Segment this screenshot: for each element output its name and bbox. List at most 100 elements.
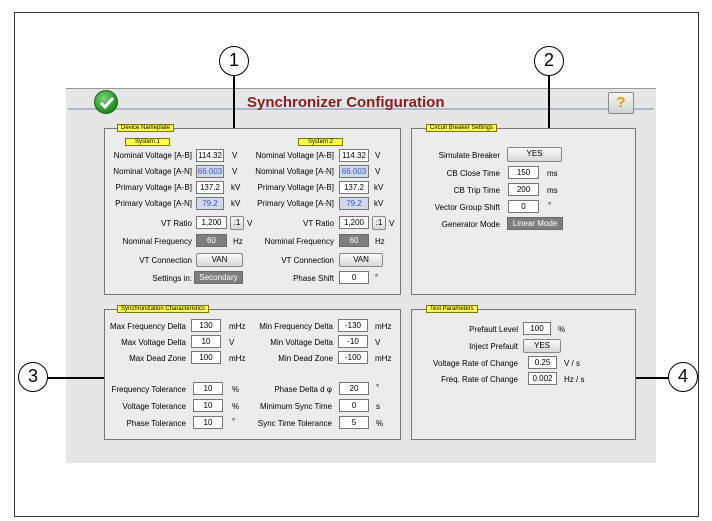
volt-tolerance-field[interactable]: 10 <box>193 399 223 412</box>
s2-vt-ratio-label: VT Ratio <box>303 219 334 228</box>
s1-nominal-ab-unit: V <box>232 151 238 160</box>
min-freq-delta-field[interactable]: -130 <box>338 319 368 332</box>
s2-vt-ratio-unit: V <box>389 219 395 228</box>
phase-tolerance-label: Phase Tolerance <box>126 419 186 428</box>
circuit-breaker-tag: Circuit Breaker Settings <box>426 124 498 132</box>
callout-2: 2 <box>534 46 564 76</box>
s2-phase-unit: ° <box>375 273 379 282</box>
prefault-level-unit: % <box>558 325 566 334</box>
vector-group-unit: ° <box>548 201 552 210</box>
s1-nominal-ab-label: Nominal Voltage [A-B] <box>113 151 192 160</box>
min-volt-delta-field[interactable]: -10 <box>338 335 368 348</box>
help-button[interactable]: ? <box>608 92 634 114</box>
max-volt-delta-field[interactable]: 10 <box>191 335 221 348</box>
s2-nominal-an-label: Nominal Voltage [A-N] <box>255 167 334 176</box>
volt-tolerance-unit: % <box>232 402 240 411</box>
voltage-roc-label: Voltage Rate of Change <box>433 359 518 368</box>
s1-nominal-ab-field[interactable]: 114.32 <box>196 149 224 162</box>
s1-vt-conn-label: VT Connection <box>139 256 192 265</box>
inject-prefault-button[interactable]: YES <box>523 339 561 353</box>
callout-4: 4 <box>668 362 698 392</box>
vector-group-label: Vector Group Shift <box>434 203 500 212</box>
max-dead-zone-field[interactable]: 100 <box>191 351 221 364</box>
s2-primary-ab-field[interactable]: 137.2 <box>339 181 369 194</box>
sync-characteristics-tag: Synchronization Characteristics <box>117 305 210 313</box>
freq-roc-unit: Hz / s <box>564 375 585 384</box>
s2-vt-ratio-button[interactable]: :1 <box>372 216 386 230</box>
max-dead-zone-unit: mHz <box>229 354 246 363</box>
s2-nominal-ab-field[interactable]: 114.32 <box>339 149 369 162</box>
system2-tag: System 2 <box>298 138 343 146</box>
s1-primary-an-label: Primary Voltage [A-N] <box>115 199 192 208</box>
s2-vt-conn-label: VT Connection <box>281 256 334 265</box>
phase-tolerance-field[interactable]: 10 <box>193 416 223 429</box>
simulate-breaker-label: Simulate Breaker <box>438 151 500 160</box>
sync-time-tol-field[interactable]: 5 <box>339 416 369 429</box>
s2-primary-an-field[interactable]: 79.2 <box>339 197 369 210</box>
max-freq-delta-field[interactable]: 130 <box>191 319 221 332</box>
simulate-breaker-button[interactable]: YES <box>507 147 562 162</box>
s2-phase-label: Phase Shift <box>293 274 334 283</box>
min-freq-delta-unit: mHz <box>375 322 392 331</box>
test-parameters-tag: Test Parameters <box>426 305 478 313</box>
max-dead-zone-label: Max Dead Zone <box>129 354 186 363</box>
s1-freq-field: 60 <box>196 234 227 247</box>
phase-tolerance-unit: ° <box>232 417 236 426</box>
system1-tag: System 1 <box>125 138 170 146</box>
voltage-roc-field[interactable]: 0.25 <box>528 356 557 369</box>
s2-primary-ab-unit: kV <box>374 183 384 192</box>
s2-nominal-an-field[interactable]: 66.003 <box>339 165 369 178</box>
callout-1-leader <box>233 76 235 128</box>
s1-vt-conn-button[interactable]: VAN <box>196 253 243 267</box>
max-volt-delta-unit: V <box>229 338 235 347</box>
phase-delta-unit: ° <box>376 383 380 392</box>
s2-freq-unit: Hz <box>375 237 385 246</box>
max-volt-delta-label: Max Voltage Delta <box>121 338 186 347</box>
s1-primary-ab-label: Primary Voltage [A-B] <box>115 183 192 192</box>
sync-time-tol-label: Sync Time Tolerance <box>257 419 332 428</box>
min-sync-time-unit: s <box>376 402 380 411</box>
min-volt-delta-unit: V <box>375 338 381 347</box>
s1-primary-an-field[interactable]: 79.2 <box>196 197 224 210</box>
prefault-level-field[interactable]: 100 <box>523 322 551 335</box>
cb-trip-field[interactable]: 200 <box>508 183 539 196</box>
s2-vt-ratio-field[interactable]: 1,200 <box>339 216 369 229</box>
min-sync-time-label: Minimum Sync Time <box>259 402 332 411</box>
generator-mode-field[interactable]: Linear Mode <box>507 217 563 230</box>
freq-tolerance-field[interactable]: 10 <box>193 382 223 395</box>
s1-settings-label: Settings in: <box>152 274 192 283</box>
s1-vt-ratio-button[interactable]: :1 <box>230 216 244 230</box>
s1-primary-ab-field[interactable]: 137.2 <box>196 181 224 194</box>
freq-roc-field[interactable]: 0.002 <box>528 372 557 385</box>
callout-2-leader <box>548 76 550 128</box>
max-freq-delta-unit: mHz <box>229 322 246 331</box>
callout-3-leader <box>48 377 104 379</box>
callout-1: 1 <box>219 46 249 76</box>
s2-primary-ab-label: Primary Voltage [A-B] <box>257 183 334 192</box>
s1-vt-ratio-label: VT Ratio <box>161 219 192 228</box>
min-dead-zone-field[interactable]: -100 <box>338 351 368 364</box>
s1-vt-ratio-field[interactable]: 1,200 <box>196 216 227 229</box>
phase-delta-field[interactable]: 20 <box>339 382 369 395</box>
vector-group-field[interactable]: 0 <box>508 200 539 213</box>
freq-tolerance-unit: % <box>232 385 240 394</box>
page-title: Synchronizer Configuration <box>247 94 445 111</box>
freq-tolerance-label: Frequency Tolerance <box>111 385 186 394</box>
s1-settings-field[interactable]: Secondary <box>194 271 243 284</box>
cb-close-field[interactable]: 150 <box>508 166 539 179</box>
min-dead-zone-unit: mHz <box>375 354 392 363</box>
generator-mode-label: Generator Mode <box>441 220 500 229</box>
s2-vt-conn-button[interactable]: VAN <box>339 253 383 267</box>
voltage-roc-unit: V / s <box>564 359 581 368</box>
s1-primary-ab-unit: kV <box>231 183 241 192</box>
min-sync-time-field[interactable]: 0 <box>339 399 369 412</box>
min-volt-delta-label: Min Voltage Delta <box>270 338 333 347</box>
callout-3: 3 <box>18 362 48 392</box>
checkmark-icon[interactable] <box>94 90 118 114</box>
s1-nominal-an-field[interactable]: 66.003 <box>196 165 224 178</box>
phase-delta-label: Phase Delta d φ <box>274 385 332 394</box>
s2-phase-field[interactable]: 0 <box>339 271 369 284</box>
volt-tolerance-label: Voltage Tolerance <box>122 402 186 411</box>
min-dead-zone-label: Min Dead Zone <box>278 354 333 363</box>
max-freq-delta-label: Max Frequency Delta <box>109 322 186 331</box>
